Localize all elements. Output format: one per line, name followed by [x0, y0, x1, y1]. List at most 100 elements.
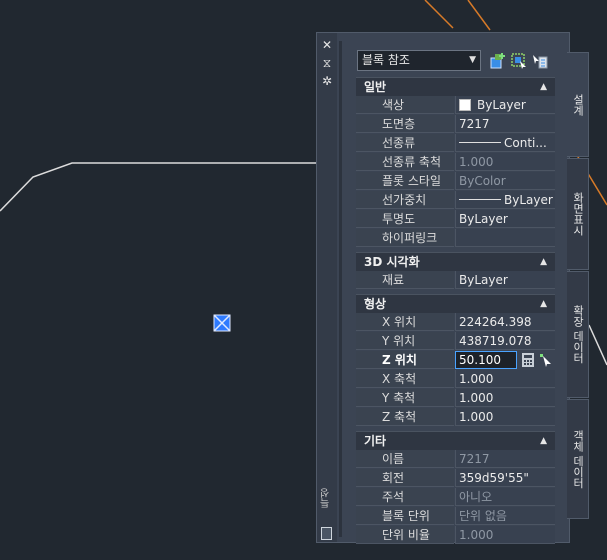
property-row-layer[interactable]: 도면층 7217 [356, 115, 555, 134]
toggle-pickadd-icon[interactable] [489, 52, 507, 70]
close-icon[interactable]: ✕ [317, 37, 337, 53]
property-value[interactable]: 359d59'55" [455, 469, 555, 487]
property-row-lineweight[interactable]: 선가중치 ByLayer [356, 191, 555, 210]
property-row-scale-x[interactable]: X 축척 1.000 [356, 370, 555, 389]
property-row-block-unit[interactable]: 블록 단위 단위 없음 [356, 507, 555, 526]
property-row-rotation[interactable]: 회전 359d59'55" [356, 469, 555, 488]
property-name: X 축척 [356, 370, 454, 388]
property-value[interactable]: 7217 [455, 115, 555, 133]
property-value[interactable]: ByLayer [455, 96, 555, 114]
property-row-material[interactable]: 재료 ByLayer [356, 271, 555, 290]
property-row-position-x[interactable]: X 위치 224264.398 [356, 313, 555, 332]
linetype-preview-icon [459, 142, 501, 143]
divider [339, 41, 342, 537]
grip-point[interactable] [213, 314, 231, 332]
section-title: 형상 [364, 297, 387, 311]
property-value: ByColor [455, 172, 555, 190]
section-geometry-header[interactable]: 형상 ▲ [356, 294, 555, 313]
chevron-up-icon: ▲ [540, 299, 547, 309]
property-row-scale-z[interactable]: Z 축척 1.000 [356, 408, 555, 427]
property-value[interactable]: ByLayer [455, 271, 555, 289]
palette-toolbar: 블록 참조 ▼ [345, 49, 571, 73]
settings-icon[interactable]: ✲ [317, 73, 337, 89]
section-3d-visualization-header[interactable]: 3D 시각화 ▲ [356, 252, 555, 271]
properties-palette: ✕ ⧖ ✲ 특성 블록 참조 ▼ 일반 ▲ 색상 ByLayer 도면층 721… [316, 32, 571, 545]
object-type-label: 블록 참조 [362, 53, 410, 67]
orange-line-entity[interactable] [424, 0, 454, 29]
property-row-unit-factor[interactable]: 단위 비율 1.000 [356, 526, 555, 545]
palette-menu-icon[interactable] [321, 527, 332, 540]
property-row-annotative[interactable]: 주석 아니오 [356, 488, 555, 507]
orange-line-entity[interactable] [467, 0, 491, 31]
tab-extended-data[interactable]: 확장 데이터 [567, 271, 589, 398]
property-row-plot-style[interactable]: 플롯 스타일 ByColor [356, 172, 555, 191]
select-objects-icon[interactable] [510, 52, 528, 70]
calculator-icon[interactable] [521, 353, 535, 367]
chevron-down-icon: ▼ [469, 55, 476, 65]
palette-title-strip[interactable]: ✕ ⧖ ✲ 특성 [317, 33, 337, 542]
property-name: Z 축척 [356, 408, 454, 426]
white-line-entity[interactable] [588, 324, 607, 366]
property-value[interactable]: Conti... [455, 134, 555, 152]
property-name: 선종류 축척 [356, 153, 454, 171]
section-title: 일반 [364, 80, 387, 94]
section-title: 기타 [364, 434, 387, 448]
section-general-header[interactable]: 일반 ▲ [356, 77, 555, 96]
property-value[interactable]: 224264.398 [455, 313, 555, 331]
property-name: 색상 [356, 96, 454, 114]
property-row-linetype[interactable]: 선종류 Conti... [356, 134, 555, 153]
property-row-position-z[interactable]: Z 위치 [356, 351, 555, 370]
section-misc-header[interactable]: 기타 ▲ [356, 431, 555, 450]
property-name: 하이퍼링크 [356, 229, 454, 247]
property-value[interactable]: 1.000 [455, 370, 555, 388]
property-name: 선종류 [356, 134, 454, 152]
property-row-transparency[interactable]: 투명도 ByLayer [356, 210, 555, 229]
property-value: 아니오 [455, 488, 555, 506]
tab-object-data[interactable]: 객체 데이터 [567, 399, 589, 519]
palette-title: 특성 [321, 488, 332, 508]
property-row-name[interactable]: 이름 7217 [356, 450, 555, 469]
property-value: 단위 없음 [455, 507, 555, 525]
tab-display[interactable]: 화면표시 [567, 158, 589, 270]
property-name: 블록 단위 [356, 507, 454, 525]
property-name: 단위 비율 [356, 526, 454, 544]
section-title: 3D 시각화 [364, 255, 420, 269]
property-name: 주석 [356, 488, 454, 506]
property-value[interactable]: 1.000 [455, 408, 555, 426]
scrollbar[interactable] [555, 77, 561, 541]
property-row-scale-y[interactable]: Y 축척 1.000 [356, 389, 555, 408]
property-name: Y 축척 [356, 389, 454, 407]
property-value[interactable] [455, 229, 555, 247]
position-z-input[interactable] [455, 351, 517, 369]
property-row-linetype-scale[interactable]: 선종류 축척 1.000 [356, 153, 555, 172]
property-name: 플롯 스타일 [356, 172, 454, 190]
polyline-entity[interactable] [0, 162, 330, 212]
property-value: 7217 [455, 450, 555, 468]
object-type-dropdown[interactable]: 블록 참조 ▼ [357, 50, 481, 71]
property-value[interactable]: 438719.078 [455, 332, 555, 350]
property-name: Z 위치 [356, 351, 454, 369]
quick-select-icon[interactable] [531, 52, 549, 70]
property-row-position-y[interactable]: Y 위치 438719.078 [356, 332, 555, 351]
property-name: X 위치 [356, 313, 454, 331]
property-value: 1.000 [455, 153, 555, 171]
pick-point-icon[interactable] [539, 353, 553, 367]
property-value[interactable]: ByLayer [455, 191, 555, 209]
tab-design[interactable]: 설계 [567, 52, 589, 157]
property-name: 이름 [356, 450, 454, 468]
property-row-hyperlink[interactable]: 하이퍼링크 [356, 229, 555, 248]
property-value[interactable]: 1.000 [455, 389, 555, 407]
autohide-icon[interactable]: ⧖ [317, 55, 337, 71]
property-value-text: ByLayer [504, 193, 553, 207]
property-name: 선가중치 [356, 191, 454, 209]
property-name: 재료 [356, 271, 454, 289]
property-row-color[interactable]: 색상 ByLayer [356, 96, 555, 115]
property-value[interactable]: ByLayer [455, 210, 555, 228]
property-value-text: Conti... [504, 136, 547, 150]
lineweight-preview-icon [459, 199, 501, 200]
property-name: Y 위치 [356, 332, 454, 350]
chevron-up-icon: ▲ [540, 257, 547, 267]
property-name: 투명도 [356, 210, 454, 228]
property-value: 1.000 [455, 526, 555, 544]
property-value-text: ByLayer [477, 98, 526, 112]
